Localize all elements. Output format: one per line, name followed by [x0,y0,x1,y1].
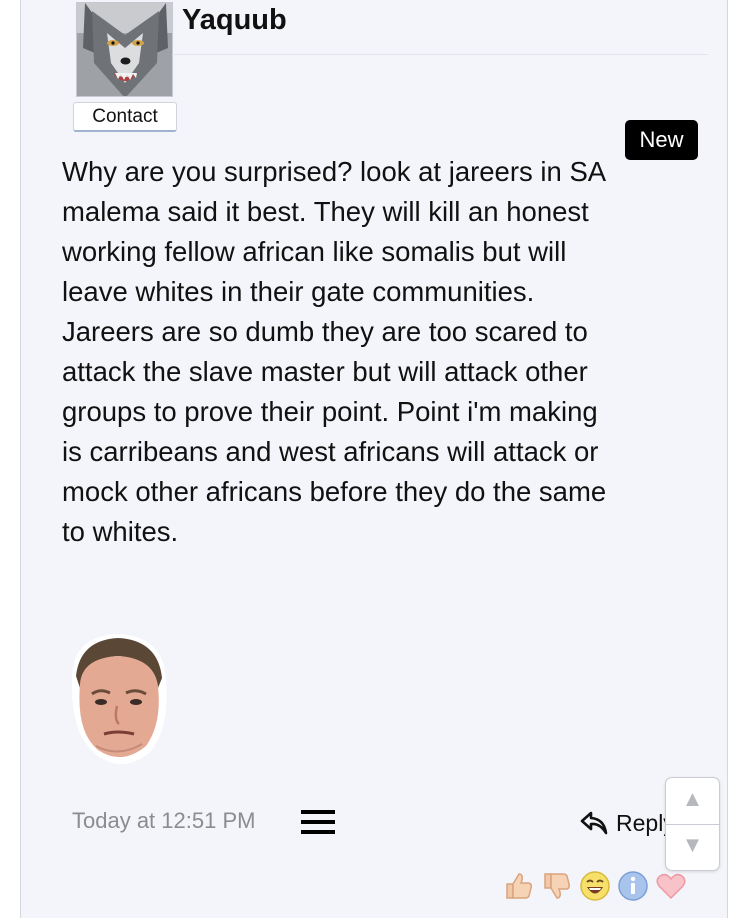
face-sticker-icon [71,634,167,765]
laughing-face-icon[interactable] [579,870,611,902]
post-timestamp: Today at 12:51 PM [72,808,256,833]
heart-icon[interactable] [655,870,687,902]
contact-button[interactable]: Contact [73,102,177,132]
hamburger-menu-icon[interactable] [301,810,335,834]
scroll-divider [666,824,719,825]
reply-button[interactable]: Reply [580,806,675,840]
new-badge: New [625,120,698,160]
post-image [62,628,174,770]
info-icon[interactable] [617,870,649,902]
reply-arrow-icon [580,811,608,835]
scroll-down-button[interactable]: ▼ [666,832,719,858]
thumbs-up-icon[interactable] [503,870,535,902]
post-body: Why are you surprised? look at jareers i… [62,156,607,547]
author-avatar[interactable] [76,2,173,97]
scroll-controls: ▲ ▼ [665,777,720,871]
header-divider [172,54,708,55]
scroll-up-button[interactable]: ▲ [666,786,719,812]
wolf-icon [77,3,172,96]
thumbs-down-icon[interactable] [541,870,573,902]
reaction-bar [503,868,693,904]
author-name[interactable]: Yaquub [182,4,287,37]
